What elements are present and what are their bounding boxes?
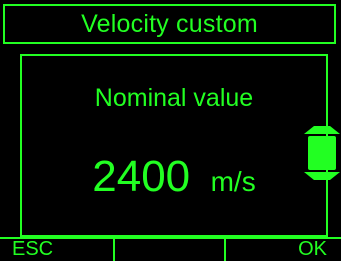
ok-label: OK — [298, 238, 327, 260]
center-softkey[interactable] — [113, 239, 224, 261]
value-row[interactable]: 2400 m/s — [22, 152, 326, 202]
nominal-value[interactable]: 2400 — [92, 152, 190, 201]
softkey-bar: ESC OK — [0, 237, 341, 261]
esc-button[interactable]: ESC — [0, 238, 113, 261]
ok-button[interactable]: OK — [224, 238, 341, 261]
field-label: Nominal value — [94, 84, 254, 112]
up-down-stepper-icon[interactable] — [304, 126, 340, 180]
value-unit: m/s — [210, 166, 256, 197]
esc-label: ESC — [12, 238, 54, 260]
title-bar: Velocity custom — [3, 4, 336, 44]
value-panel: Nominal value 2400 m/s — [20, 54, 328, 237]
page-title: Velocity custom — [81, 9, 258, 38]
